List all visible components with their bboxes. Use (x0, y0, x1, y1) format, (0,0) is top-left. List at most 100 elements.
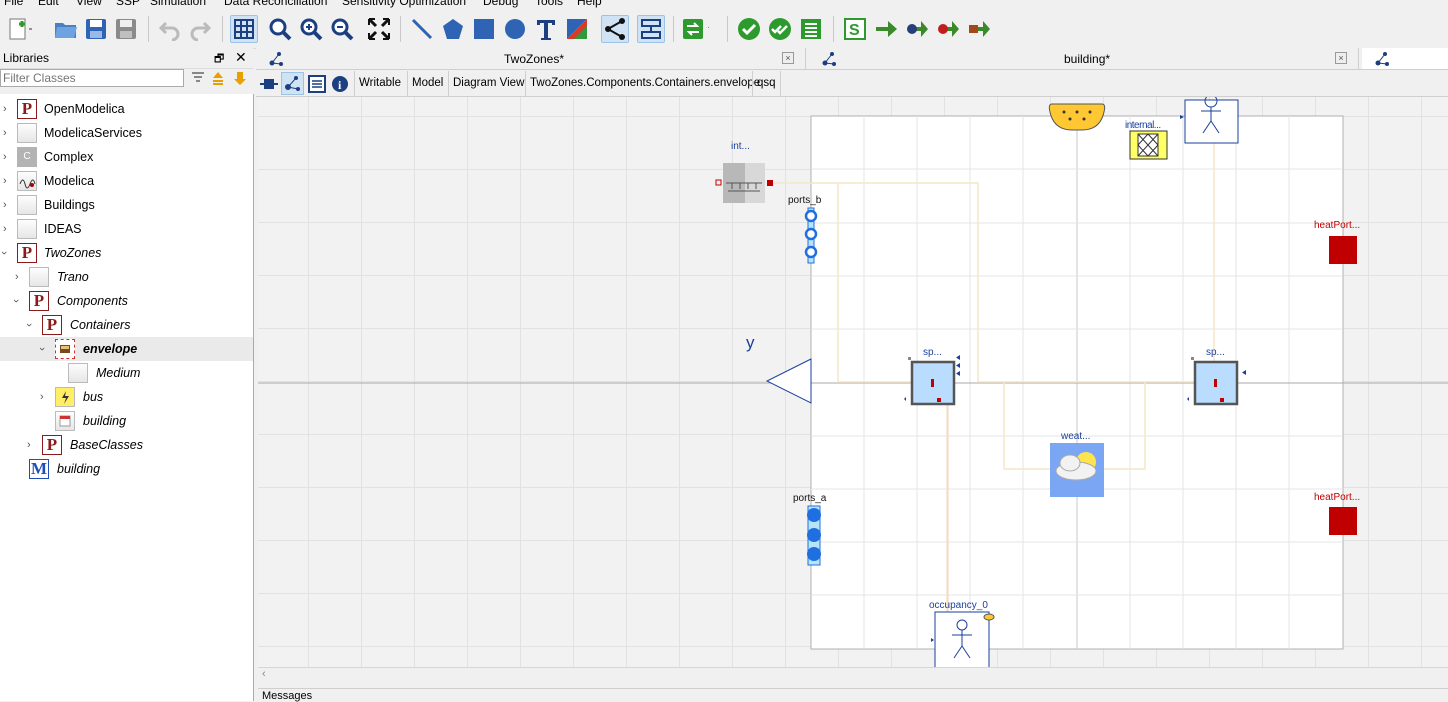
tab-twozones[interactable]: TwoZones* × (256, 48, 806, 69)
filter-classes-input[interactable] (0, 69, 184, 87)
documentation-view-icon[interactable]: i (331, 75, 349, 96)
bus-connector[interactable] (1048, 103, 1106, 131)
model-switch-icon[interactable] (681, 15, 709, 43)
tree-item-buildings[interactable]: › Buildings (0, 193, 253, 217)
chevron-right-icon[interactable]: › (15, 271, 19, 283)
icon-view-icon[interactable] (260, 75, 278, 96)
menu-help[interactable]: Help (577, 0, 602, 8)
occupancy-bottom-component[interactable] (931, 611, 995, 667)
heatport-top-connector[interactable] (1329, 236, 1357, 264)
zoom-reset-icon[interactable] (266, 15, 294, 43)
chevron-down-icon[interactable]: › (10, 299, 22, 303)
tree-item-modelicaservices[interactable]: › ModelicaServices (0, 121, 253, 145)
collapse-all-icon[interactable] (210, 70, 226, 86)
chevron-right-icon[interactable]: › (3, 175, 7, 187)
save-all-icon[interactable] (112, 15, 140, 43)
save-icon[interactable] (82, 15, 110, 43)
scroll-to-active-icon[interactable] (232, 70, 248, 86)
new-file-icon[interactable] (6, 15, 34, 43)
connect-mode-icon[interactable] (601, 15, 629, 43)
tree-item-building-class[interactable]: building (0, 409, 253, 433)
chevron-right-icon[interactable]: › (3, 127, 7, 139)
tree-item-building-model[interactable]: M building (0, 457, 253, 481)
ellipse-tool-icon[interactable] (501, 15, 529, 43)
weather-component[interactable] (1050, 443, 1104, 497)
tab-building[interactable]: building* × (809, 48, 1359, 69)
zoom-in-icon[interactable] (297, 15, 325, 43)
ports-b-connector[interactable] (804, 207, 818, 264)
menu-data-reconciliation[interactable]: Data Reconciliation (224, 0, 327, 8)
internal-gains-component[interactable] (715, 163, 773, 203)
filter-options-icon[interactable] (190, 70, 206, 86)
tree-item-openmodelica[interactable]: › P OpenModelica (0, 97, 253, 121)
close-panel-icon[interactable]: ✕ (235, 49, 247, 66)
zoom-out-icon[interactable] (328, 15, 356, 43)
undo-icon[interactable] (156, 15, 184, 43)
tree-item-ideas[interactable]: › IDEAS (0, 217, 253, 241)
chevron-down-icon[interactable]: › (0, 251, 10, 255)
diagram-canvas[interactable]: int... ports_b ports_a y sp... sp... wea… (258, 97, 1448, 667)
text-view-icon[interactable] (308, 75, 326, 96)
chevron-right-icon[interactable]: › (3, 151, 7, 163)
menu-edit[interactable]: Edit (38, 0, 59, 8)
simulate-animation-icon[interactable] (965, 15, 993, 43)
space-2-component[interactable] (1187, 357, 1246, 406)
tree-item-containers[interactable]: › P Containers (0, 313, 253, 337)
transition-mode-icon[interactable] (637, 15, 665, 43)
instantiate-model-icon[interactable] (797, 15, 825, 43)
ssp-icon[interactable]: S (841, 15, 869, 43)
menu-tools[interactable]: Tools (535, 0, 563, 8)
chevron-right-icon[interactable]: › (3, 223, 7, 235)
check-model-icon[interactable] (735, 15, 763, 43)
tree-item-complex[interactable]: › C Complex (0, 145, 253, 169)
float-panel-icon[interactable]: 🗗 (214, 50, 224, 69)
polygon-tool-icon[interactable] (439, 15, 467, 43)
fit-to-window-icon[interactable] (365, 15, 393, 43)
heatport-bottom-connector[interactable] (1329, 507, 1357, 535)
open-folder-icon[interactable] (52, 15, 80, 43)
text-tool-icon[interactable] (532, 15, 560, 43)
view-toolbar: i Writable Model Diagram View TwoZones.C… (256, 71, 1448, 97)
redo-icon[interactable] (186, 15, 214, 43)
ports-a-connector[interactable] (807, 505, 821, 566)
space-1-component[interactable] (904, 355, 960, 406)
chevron-down-icon[interactable]: › (36, 347, 48, 351)
chevron-down-icon[interactable]: › (23, 323, 35, 327)
horizontal-scrollbar[interactable]: ‹ (258, 667, 1448, 682)
bitmap-tool-icon[interactable] (563, 15, 591, 43)
tree-item-bus[interactable]: › bus (0, 385, 253, 409)
scroll-left-icon[interactable]: ‹ (262, 668, 266, 680)
simulate-debug-icon[interactable] (903, 15, 931, 43)
tree-item-modelica[interactable]: › Modelica (0, 169, 253, 193)
chevron-right-icon[interactable]: › (3, 103, 7, 115)
menu-ssp[interactable]: SSP (116, 0, 140, 8)
int-component-label: int... (731, 141, 750, 152)
simulate-icon[interactable] (872, 15, 900, 43)
menu-file[interactable]: File (4, 0, 23, 8)
occupancy-top-component[interactable] (1180, 97, 1239, 144)
rectangle-tool-icon[interactable] (470, 15, 498, 43)
tree-item-envelope[interactable]: › envelope (0, 337, 253, 361)
tree-item-trano[interactable]: › Trano (0, 265, 253, 289)
grid-icon[interactable] (230, 15, 258, 43)
internal-component[interactable] (1129, 130, 1168, 160)
tree-item-twozones[interactable]: › P TwoZones (0, 241, 253, 265)
tab-active-envelope[interactable] (1362, 48, 1448, 69)
chevron-right-icon[interactable]: › (3, 199, 7, 211)
chevron-right-icon[interactable]: › (27, 439, 31, 451)
menu-debug[interactable]: Debug (483, 0, 518, 8)
check-all-models-icon[interactable] (766, 15, 794, 43)
menu-sensitivity-optimization[interactable]: Sensitivity Optimization (342, 0, 466, 8)
menu-view[interactable]: View (76, 0, 102, 8)
diagram-view-icon[interactable] (281, 72, 304, 95)
y-output-connector[interactable] (765, 358, 812, 404)
simulate-algorithmic-debug-icon[interactable] (934, 15, 962, 43)
menu-simulation[interactable]: Simulation (150, 0, 206, 8)
chevron-right-icon[interactable]: › (40, 391, 44, 403)
line-tool-icon[interactable] (408, 15, 436, 43)
tree-item-medium[interactable]: Medium (0, 361, 253, 385)
tree-item-baseclasses[interactable]: › P BaseClasses (0, 433, 253, 457)
tree-item-components[interactable]: › P Components (0, 289, 253, 313)
close-tab-icon[interactable]: × (782, 52, 794, 64)
close-tab-icon[interactable]: × (1335, 52, 1347, 64)
